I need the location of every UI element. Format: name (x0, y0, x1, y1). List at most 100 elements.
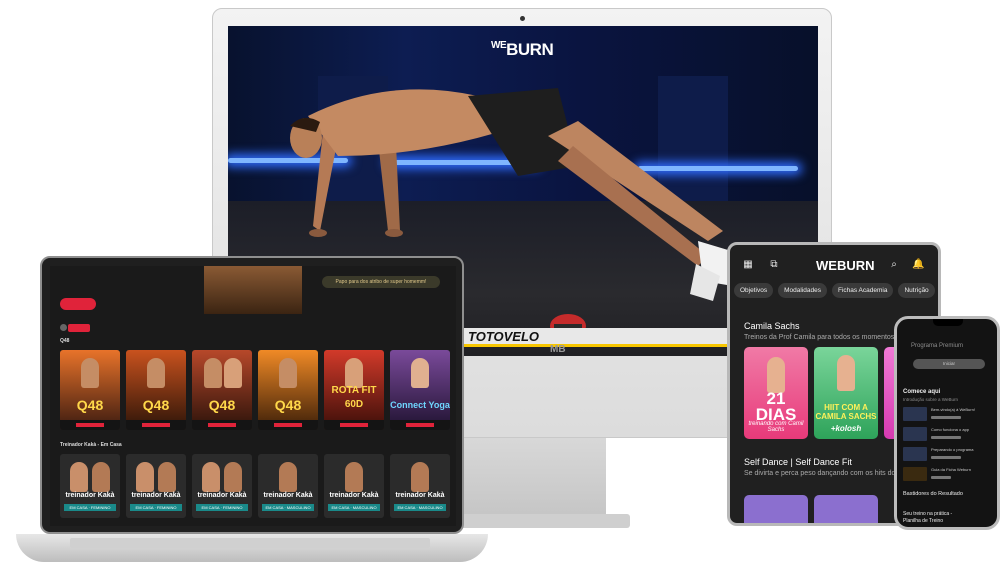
program-card[interactable]: ROTA FIT 60D (324, 350, 384, 430)
trainer-photo (279, 462, 297, 492)
category-tabs: Objetivos Modalidades Fichas Academia Nu… (734, 283, 935, 298)
card-footer (192, 420, 252, 430)
trainer-photo (224, 462, 242, 492)
app-header: ▦ ⧉ WEBURN ⌕ 🔔 (730, 255, 938, 277)
program-card[interactable]: Q48 (126, 350, 186, 430)
trainer-photo (411, 358, 429, 388)
watermark: MB (550, 344, 566, 355)
trainer-card-name: treinador Kakà (197, 492, 247, 499)
section-title: Bastidores do Resultado (903, 491, 963, 497)
program-card[interactable] (744, 495, 808, 523)
program-card-title: Q48 (274, 397, 302, 413)
card-footer (390, 420, 450, 430)
program-card[interactable]: Q48 (60, 350, 120, 430)
program-card-subtitle: treinando com Camil Sachs (748, 421, 804, 433)
section-title: Comece aqui (903, 389, 941, 395)
search-icon[interactable]: ⌕ (888, 259, 900, 271)
trainer-card[interactable]: treinador Kakà EM CASA · MASCULINO (324, 454, 384, 518)
trainer-card-tag: EM CASA · FEMININO (130, 504, 182, 511)
weburn-logo: WEBURN (816, 258, 875, 273)
trainer-photo (147, 358, 165, 388)
bell-icon[interactable]: 🔔 (912, 259, 924, 271)
hero-banner-image[interactable] (204, 266, 302, 314)
webcam-icon (520, 16, 525, 21)
trainer-card[interactable]: treinador Kakà EM CASA · MASCULINO (258, 454, 318, 518)
card-footer (60, 420, 120, 430)
trainer-row: treinador Kakà EM CASA · FEMININO treina… (60, 454, 450, 518)
program-card[interactable]: Connect Yoga (390, 350, 450, 430)
video-caption: TOTOVELO (468, 329, 540, 344)
trainer-card[interactable]: treinador Kakà EM CASA · FEMININO (60, 454, 120, 518)
program-card-title: Connect Yoga (390, 400, 450, 410)
trainer-card-tag: EM CASA · FEMININO (64, 504, 116, 511)
trainer-card-tag: EM CASA · MASCULINO (394, 504, 446, 511)
tab-modalidades[interactable]: Modalidades (778, 283, 827, 298)
program-card[interactable]: HIIT COM A CAMILA SACHS +kolosh (814, 347, 878, 439)
trainer-photo (279, 358, 297, 388)
trainer-photo (345, 462, 363, 492)
filter-tag[interactable] (68, 324, 90, 332)
program-card[interactable]: 21 DIAS treinando com Camil Sachs (744, 347, 808, 439)
lesson-title: Preparando o programa (931, 447, 974, 452)
lesson-meta (931, 476, 951, 479)
trainer-card-name: treinador Kakà (329, 492, 379, 499)
laptop-keyboard (70, 538, 430, 548)
tab-objetivos[interactable]: Objetivos (734, 283, 774, 298)
lesson-item[interactable]: Como funciona o app (903, 427, 993, 441)
trainer-card[interactable]: treinador Kakà EM CASA · FEMININO (126, 454, 186, 518)
card-footer (324, 420, 384, 430)
trainer-card-tag: EM CASA · MASCULINO (262, 504, 314, 511)
lesson-item[interactable]: Guia da Ficha Weburn (903, 467, 993, 481)
lesson-item[interactable]: Preparando o programa (903, 447, 993, 461)
grid-menu-icon[interactable]: ▦ (742, 259, 754, 271)
imac-stand (456, 438, 606, 518)
lesson-title: Guia da Ficha Weburn (931, 467, 971, 472)
trainer-card[interactable]: treinador Kakà EM CASA · FEMININO (192, 454, 252, 518)
section-title: Self Dance | Self Dance Fit (744, 457, 852, 467)
cast-icon[interactable]: ⧉ (768, 259, 780, 271)
trainer-card-tag: EM CASA · MASCULINO (328, 504, 380, 511)
tab-nutricao[interactable]: Nutrição (898, 283, 935, 298)
program-header: Programa Premium (911, 343, 964, 349)
lesson-thumbnail (903, 447, 927, 461)
start-button[interactable]: Iniciar (913, 359, 985, 369)
program-card[interactable]: Q48 (258, 350, 318, 430)
section-title: Treinador Kakà - Em Casa (60, 442, 122, 448)
program-card-title: Q48 (76, 397, 104, 413)
close-filter-icon[interactable] (60, 324, 67, 331)
lesson-thumbnail (903, 467, 927, 481)
trainer-card-name: treinador Kakà (131, 492, 181, 499)
program-card[interactable] (814, 495, 878, 523)
program-card-title: Q48 (142, 397, 170, 413)
trainer-photo (158, 462, 176, 492)
trainer-card-tag: EM CASA · FEMININO (196, 504, 248, 511)
laptop-app-screen: Papo para dos atribo de super homemm! Q4… (50, 266, 456, 526)
section-title: Camila Sachs (744, 321, 800, 331)
trainer-card[interactable]: treinador Kakà EM CASA · MASCULINO (390, 454, 450, 518)
hero-note: Papo para dos atribo de super homemm! (322, 276, 440, 288)
section-title: Q48 (60, 338, 70, 344)
trainer-photo (136, 462, 154, 492)
trainer-card-name: treinador Kakà (263, 492, 313, 499)
dance-carousel (744, 495, 878, 523)
trainer-photo (70, 462, 88, 492)
trainer-photo (767, 357, 785, 393)
card-footer (258, 420, 318, 430)
section-item: Planilha de Treino (903, 518, 944, 524)
program-card-title: ROTA FIT 60D (331, 385, 377, 410)
tab-fichas-academia[interactable]: Fichas Academia (831, 283, 894, 298)
phone-app-screen: Programa Premium Iniciar Comece aqui Int… (894, 316, 1000, 530)
trainer-photo (204, 358, 222, 388)
trainer-card-name: treinador Kakà (395, 492, 445, 499)
lesson-meta (931, 416, 961, 419)
program-card[interactable]: Q48 (192, 350, 252, 430)
program-row: Q48 Q48 Q48 Q48 ROTA FIT 60D Connect Yog… (60, 350, 450, 430)
trainer-photo (411, 462, 429, 492)
section-item: Seu treino na prática - (903, 511, 953, 517)
trainer-photo (81, 358, 99, 388)
trainer-photo (92, 462, 110, 492)
trainer-photo (837, 355, 855, 391)
lesson-meta (931, 456, 961, 459)
play-button[interactable] (60, 298, 96, 310)
lesson-item[interactable]: Bem-vindo(a) à WeBurn! (903, 407, 993, 421)
